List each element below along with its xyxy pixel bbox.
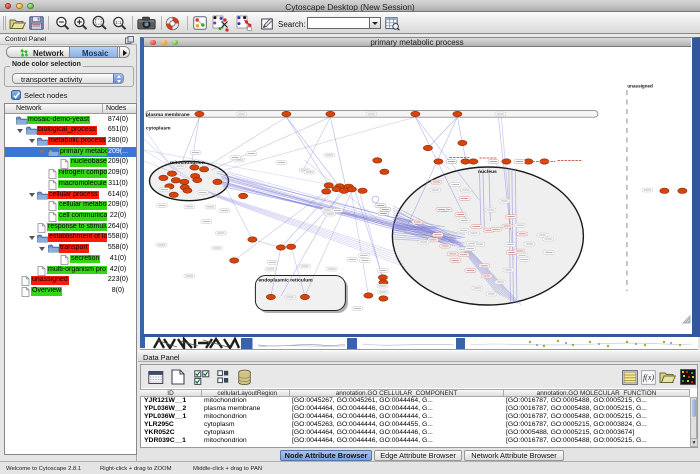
svg-text:1:1: 1:1: [115, 20, 122, 25]
svg-text:unassigned: unassigned: [627, 83, 653, 88]
svg-text:endoplasmic reticulum: endoplasmic reticulum: [258, 277, 313, 283]
svg-text:f(x): f(x): [643, 373, 654, 382]
svg-text:nucleus: nucleus: [478, 169, 497, 175]
svg-text:plasma membrane: plasma membrane: [146, 112, 190, 118]
svg-text:cytoplasm: cytoplasm: [146, 125, 171, 131]
svg-text:mitochondrion: mitochondrion: [170, 160, 205, 166]
